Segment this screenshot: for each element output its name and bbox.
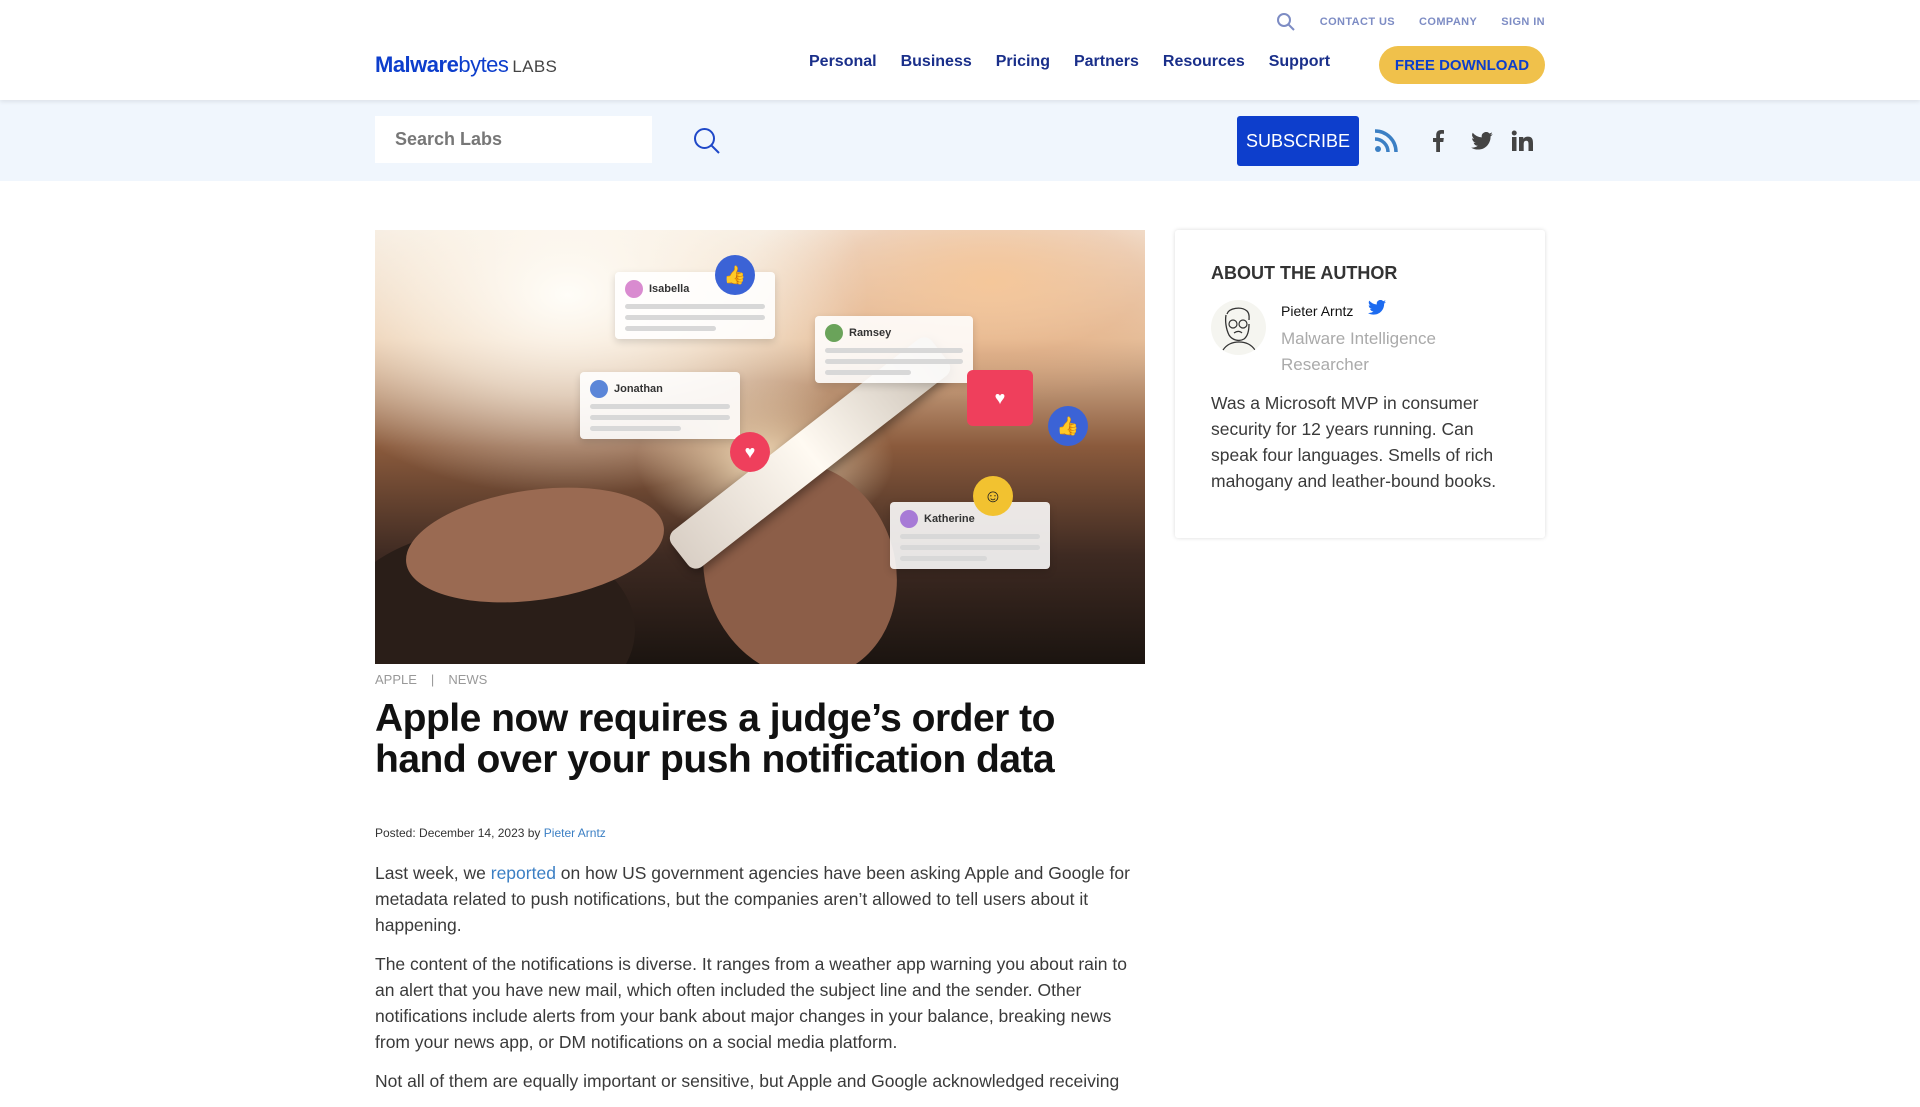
company-link[interactable]: COMPANY <box>1419 16 1477 28</box>
paragraph-text: Last week, we <box>375 863 491 883</box>
main-nav: Personal Business Pricing Partners Resou… <box>809 53 1330 71</box>
author-name: Pieter Arntz <box>1281 303 1354 319</box>
notification-name: Jonathan <box>614 383 663 395</box>
notification-name: Ramsey <box>849 327 892 339</box>
thumbs-up-icon: 👍 <box>715 255 755 295</box>
malwarebytes-labs-logo[interactable]: Malware bytes LABS <box>375 52 557 78</box>
rss-icon[interactable] <box>1373 128 1399 154</box>
nav-support[interactable]: Support <box>1269 53 1330 71</box>
nav-personal[interactable]: Personal <box>809 53 877 71</box>
notification-name: Katherine <box>924 513 975 525</box>
post-meta: Posted: December 14, 2023 by Pieter Arnt… <box>375 826 606 840</box>
smiley-icon: ☺ <box>973 476 1013 516</box>
category-apple[interactable]: APPLE <box>375 672 417 687</box>
logo-brand-bold: Malware <box>375 52 459 77</box>
search-icon[interactable] <box>1276 12 1296 32</box>
avatar <box>590 380 608 398</box>
category-separator: | <box>430 672 435 687</box>
utility-nav: CONTACT US COMPANY SIGN IN <box>1276 12 1545 32</box>
author-link[interactable]: Pieter Arntz <box>544 826 606 840</box>
logo-brand-light: bytes <box>458 52 509 77</box>
article-title: Apple now requires a judge’s order to ha… <box>375 697 1056 781</box>
category-list: APPLE | NEWS <box>375 672 487 687</box>
heart-icon: ♥ <box>967 370 1033 426</box>
search-submit-icon[interactable] <box>692 126 722 156</box>
about-the-author-card: ABOUT THE AUTHOR Pieter Arntz Malware In… <box>1175 230 1545 538</box>
facebook-icon[interactable] <box>1425 128 1451 154</box>
linkedin-icon[interactable] <box>1509 128 1535 154</box>
paragraph: Last week, we reported on how US governm… <box>375 860 1145 938</box>
avatar <box>625 280 643 298</box>
labs-subbar: SUBSCRIBE <box>0 100 1920 181</box>
site-header: CONTACT US COMPANY SIGN IN Malware bytes… <box>0 0 1920 100</box>
logo-suffix: LABS <box>512 57 558 76</box>
avatar <box>900 510 918 528</box>
nav-business[interactable]: Business <box>901 53 972 71</box>
free-download-button[interactable]: FREE DOWNLOAD <box>1379 46 1545 84</box>
nav-partners[interactable]: Partners <box>1074 53 1139 71</box>
nav-resources[interactable]: Resources <box>1163 53 1245 71</box>
contact-us-link[interactable]: CONTACT US <box>1320 16 1395 28</box>
author-twitter-icon[interactable] <box>1368 299 1386 316</box>
reported-link[interactable]: reported <box>491 863 556 883</box>
author-box-heading: ABOUT THE AUTHOR <box>1211 263 1398 283</box>
paragraph: Not all of them are equally important or… <box>375 1071 1120 1091</box>
notification-name: Isabella <box>649 283 690 295</box>
author-bio: Was a Microsoft MVP in consumer security… <box>1211 393 1497 491</box>
search-labs-input[interactable] <box>375 116 652 163</box>
nav-pricing[interactable]: Pricing <box>996 53 1050 71</box>
paragraph: The content of the notifications is dive… <box>375 954 1127 1052</box>
article-body: Last week, we reported on how US governm… <box>375 860 1145 1107</box>
avatar <box>825 324 843 342</box>
article-hero-image: Isabella Ramsey Jonathan Katherine 👍 👍 ♥… <box>375 230 1145 664</box>
author-avatar[interactable] <box>1211 300 1266 355</box>
twitter-icon[interactable] <box>1469 128 1495 154</box>
sign-in-link[interactable]: SIGN IN <box>1501 16 1545 28</box>
author-role: Malware Intelligence Researcher <box>1281 329 1436 374</box>
thumbs-up-icon: 👍 <box>1048 406 1088 446</box>
notification-card: Ramsey <box>815 316 973 383</box>
category-news[interactable]: NEWS <box>448 672 487 687</box>
subscribe-button[interactable]: SUBSCRIBE <box>1237 116 1359 166</box>
posted-date: Posted: December 14, 2023 by <box>375 826 541 840</box>
notification-card: Katherine <box>890 502 1050 569</box>
heart-icon: ♥ <box>730 432 770 472</box>
notification-card: Jonathan <box>580 372 740 439</box>
